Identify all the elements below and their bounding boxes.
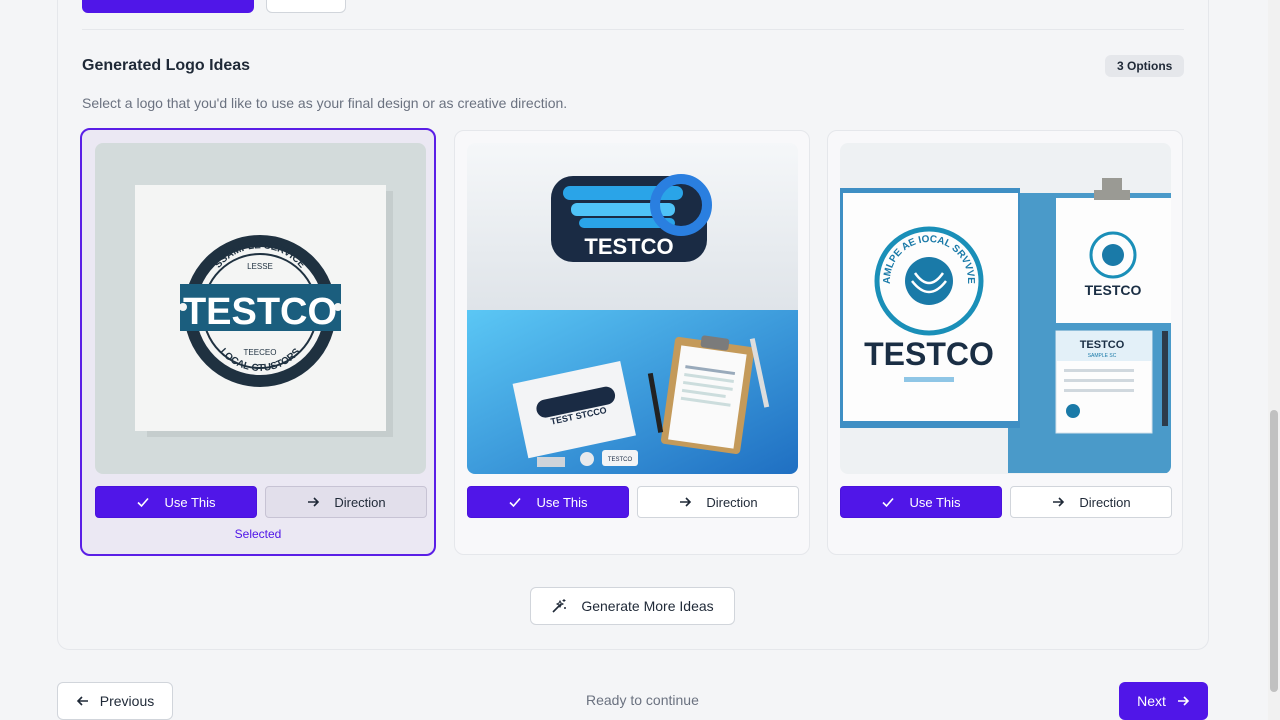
- arrow-left-icon: [76, 696, 88, 706]
- next-button[interactable]: Next: [1119, 682, 1208, 720]
- svg-text:TEECEO: TEECEO: [244, 348, 277, 357]
- direction-label: Direction: [334, 494, 386, 510]
- status-text: Ready to continue: [586, 692, 699, 708]
- svg-text:TESTCO: TESTCO: [584, 234, 673, 259]
- direction-button-3[interactable]: Direction: [1010, 486, 1172, 518]
- svg-text:TESTCO: TESTCO: [608, 457, 633, 463]
- use-this-label: Use This: [909, 494, 961, 510]
- arrow-right-icon: [680, 497, 692, 507]
- svg-text:LESSE: LESSE: [247, 262, 273, 271]
- logo-option-card-2[interactable]: TESTCO TEST STCCO TESTCO Use This Direct…: [454, 130, 810, 555]
- direction-button-2[interactable]: Direction: [637, 486, 799, 518]
- svg-text:SAMPLE SC: SAMPLE SC: [1088, 353, 1117, 359]
- options-count-badge: 3 Options: [1105, 55, 1185, 77]
- use-this-button-1[interactable]: Use This: [95, 486, 257, 518]
- svg-text:TESTCO: TESTCO: [183, 291, 337, 333]
- generate-more-ideas-button[interactable]: Generate More Ideas: [530, 587, 735, 625]
- top-primary-button[interactable]: [82, 0, 254, 13]
- previous-label: Previous: [99, 693, 155, 709]
- svg-text:TESTCO: TESTCO: [864, 336, 994, 372]
- direction-button-1[interactable]: Direction: [265, 486, 427, 518]
- next-label: Next: [1137, 693, 1166, 709]
- scrollbar-thumb[interactable]: [1270, 410, 1278, 692]
- top-secondary-button[interactable]: [266, 0, 346, 13]
- section-subtitle: Select a logo that you'd like to use as …: [82, 95, 568, 111]
- use-this-label: Use This: [164, 494, 216, 510]
- use-this-label: Use This: [536, 494, 588, 510]
- logo-option-card-3[interactable]: SAMLPE AE IOCAL SRVVVEV TESTCO TESTCO TE…: [827, 130, 1183, 555]
- logo-image-3[interactable]: SAMLPE AE IOCAL SRVVVEV TESTCO TESTCO TE…: [840, 143, 1171, 474]
- arrow-right-icon: [308, 497, 320, 507]
- svg-text:TESTCO: TESTCO: [1085, 282, 1142, 298]
- selected-indicator: Selected: [234, 527, 282, 541]
- logo-image-2[interactable]: TESTCO TEST STCCO TESTCO: [467, 143, 798, 474]
- arrow-right-icon: [1053, 497, 1065, 507]
- divider: [82, 29, 1184, 30]
- logo-option-card-1[interactable]: SSAMPLE SERVICE LESSE TESTCO TEECEO LOCA…: [80, 128, 436, 556]
- direction-label: Direction: [1079, 494, 1131, 510]
- direction-label: Direction: [706, 494, 758, 510]
- scrollbar[interactable]: [1268, 0, 1280, 720]
- arrow-right-icon: [1177, 696, 1190, 706]
- svg-text:TESTCO: TESTCO: [1080, 339, 1125, 351]
- previous-button[interactable]: Previous: [57, 682, 173, 720]
- check-icon: [137, 497, 150, 508]
- use-this-button-3[interactable]: Use This: [840, 486, 1002, 518]
- use-this-button-2[interactable]: Use This: [467, 486, 629, 518]
- section-title: Generated Logo Ideas: [82, 57, 251, 74]
- magic-wand-icon: [552, 599, 567, 613]
- check-icon: [509, 497, 522, 508]
- check-icon: [882, 497, 895, 508]
- generate-more-label: Generate More Ideas: [581, 598, 714, 614]
- logo-image-1[interactable]: SSAMPLE SERVICE LESSE TESTCO TEECEO LOCA…: [95, 143, 426, 474]
